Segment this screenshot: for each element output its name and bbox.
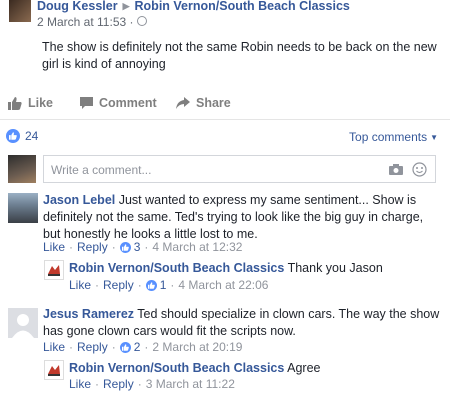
reply-reply-link[interactable]: Reply [103, 377, 134, 391]
commenter-avatar[interactable] [8, 193, 38, 223]
like-reaction-icon [6, 129, 20, 143]
reply-body: Robin Vernon/South Beach Classics Agree [69, 360, 439, 377]
reaction-count: 24 [25, 129, 39, 143]
like-reaction-icon [119, 341, 131, 353]
separator-dot: · [144, 340, 149, 354]
comment-input[interactable]: Write a comment... [43, 155, 436, 183]
comment-body: Jason Lebel Just wanted to express my sa… [43, 192, 440, 243]
globe-icon [136, 16, 147, 26]
comment-timestamp[interactable]: 4 March at 12:32 [152, 240, 242, 254]
comment-reply-link[interactable]: Reply [77, 340, 108, 354]
reply-timestamp[interactable]: 3 March at 11:22 [146, 377, 235, 391]
like-button[interactable]: Like [8, 96, 53, 110]
separator-dot: · [95, 278, 100, 292]
reply-text: Thank you Jason [287, 261, 383, 275]
separator-dot: · [69, 240, 74, 254]
post-body: The show is definitely not the same Robi… [42, 40, 437, 71]
post-author-line: Doug Kessler ▶ Robin Vernon/South Beach Cl… [37, 0, 350, 13]
camera-icon[interactable] [389, 164, 403, 175]
reactions-summary[interactable]: 24 [6, 129, 38, 143]
reply-like-link[interactable]: Like [69, 377, 91, 391]
reply-timestamp[interactable]: 4 March at 22:06 [178, 278, 268, 292]
separator-dot: · [111, 340, 116, 354]
reply-actions: Like · Reply · 1 · 4 March at 22:06 [69, 278, 268, 292]
separator-dot: · [95, 377, 100, 391]
page-logo-icon [48, 265, 60, 276]
reply-author-name[interactable]: Robin Vernon/South Beach Classics [69, 261, 284, 275]
reply-text: Agree [287, 361, 321, 375]
comment-like-link[interactable]: Like [43, 340, 65, 354]
divider [0, 119, 450, 120]
reply-like-count[interactable]: 1 [160, 278, 167, 292]
page-avatar[interactable] [44, 360, 64, 380]
like-reaction-icon [119, 241, 131, 253]
page-logo-icon [48, 365, 60, 376]
top-comments-dropdown[interactable]: Top comments ▼ [349, 130, 438, 144]
reply-actions: Like · Reply · 3 March at 11:22 [69, 377, 235, 391]
caret-down-icon: ▼ [430, 133, 438, 142]
comment-like-count[interactable]: 3 [134, 240, 141, 254]
comment-actions: Like · Reply · 2 · 2 March at 20:19 [43, 340, 242, 354]
separator-dot: · [137, 377, 142, 391]
commenter-name[interactable]: Jesus Ramerez [43, 307, 134, 321]
post-timestamp: 2 March at 11:53 · [37, 15, 147, 29]
thumbs-up-icon [8, 96, 22, 110]
page-avatar[interactable] [44, 260, 64, 280]
share-button-label: Share [196, 96, 231, 110]
comment-input-placeholder: Write a comment... [51, 163, 152, 177]
current-user-avatar [8, 155, 36, 183]
separator-dot: · [111, 240, 116, 254]
commenter-name[interactable]: Jason Lebel [43, 193, 115, 207]
separator-dot: · [144, 240, 149, 254]
share-arrow-icon [176, 97, 190, 109]
comment-bubble-icon [80, 97, 93, 109]
top-comments-label: Top comments [349, 130, 428, 144]
comment-button[interactable]: Comment [80, 96, 157, 110]
post-target-page[interactable]: Robin Vernon/South Beach Classics [135, 0, 350, 13]
reply-author-name[interactable]: Robin Vernon/South Beach Classics [69, 361, 284, 375]
separator-dot: · [69, 340, 74, 354]
post-author-name[interactable]: Doug Kessler [37, 0, 118, 13]
commenter-avatar[interactable] [8, 308, 38, 338]
comment-button-label: Comment [99, 96, 157, 110]
like-button-label: Like [28, 96, 54, 110]
reply-like-link[interactable]: Like [69, 278, 91, 292]
post-author-avatar[interactable] [9, 0, 31, 22]
comment-body: Jesus Ramerez Ted should specialize in c… [43, 306, 440, 340]
post-action-bar: Like Comment Share [0, 90, 450, 116]
comment-timestamp[interactable]: 2 March at 20:19 [152, 340, 242, 354]
post-time-text[interactable]: 2 March at 11:53 · [37, 15, 134, 29]
share-button[interactable]: Share [176, 96, 231, 110]
reply-body: Robin Vernon/South Beach Classics Thank … [69, 260, 439, 277]
default-profile-icon [12, 314, 34, 338]
comment-like-count[interactable]: 2 [134, 340, 141, 354]
separator-dot: · [170, 278, 175, 292]
comment-like-link[interactable]: Like [43, 240, 65, 254]
arrow-right-icon: ▶ [122, 1, 130, 11]
post-header: Doug Kessler ▶ Robin Vernon/South Beach Cl… [0, 0, 450, 30]
reply-reply-link[interactable]: Reply [103, 278, 134, 292]
separator-dot: · [137, 278, 142, 292]
like-reaction-icon [145, 279, 157, 291]
comment-actions: Like · Reply · 3 · 4 March at 12:32 [43, 240, 242, 254]
comment-reply-link[interactable]: Reply [77, 240, 108, 254]
emoji-icon[interactable] [412, 162, 427, 177]
